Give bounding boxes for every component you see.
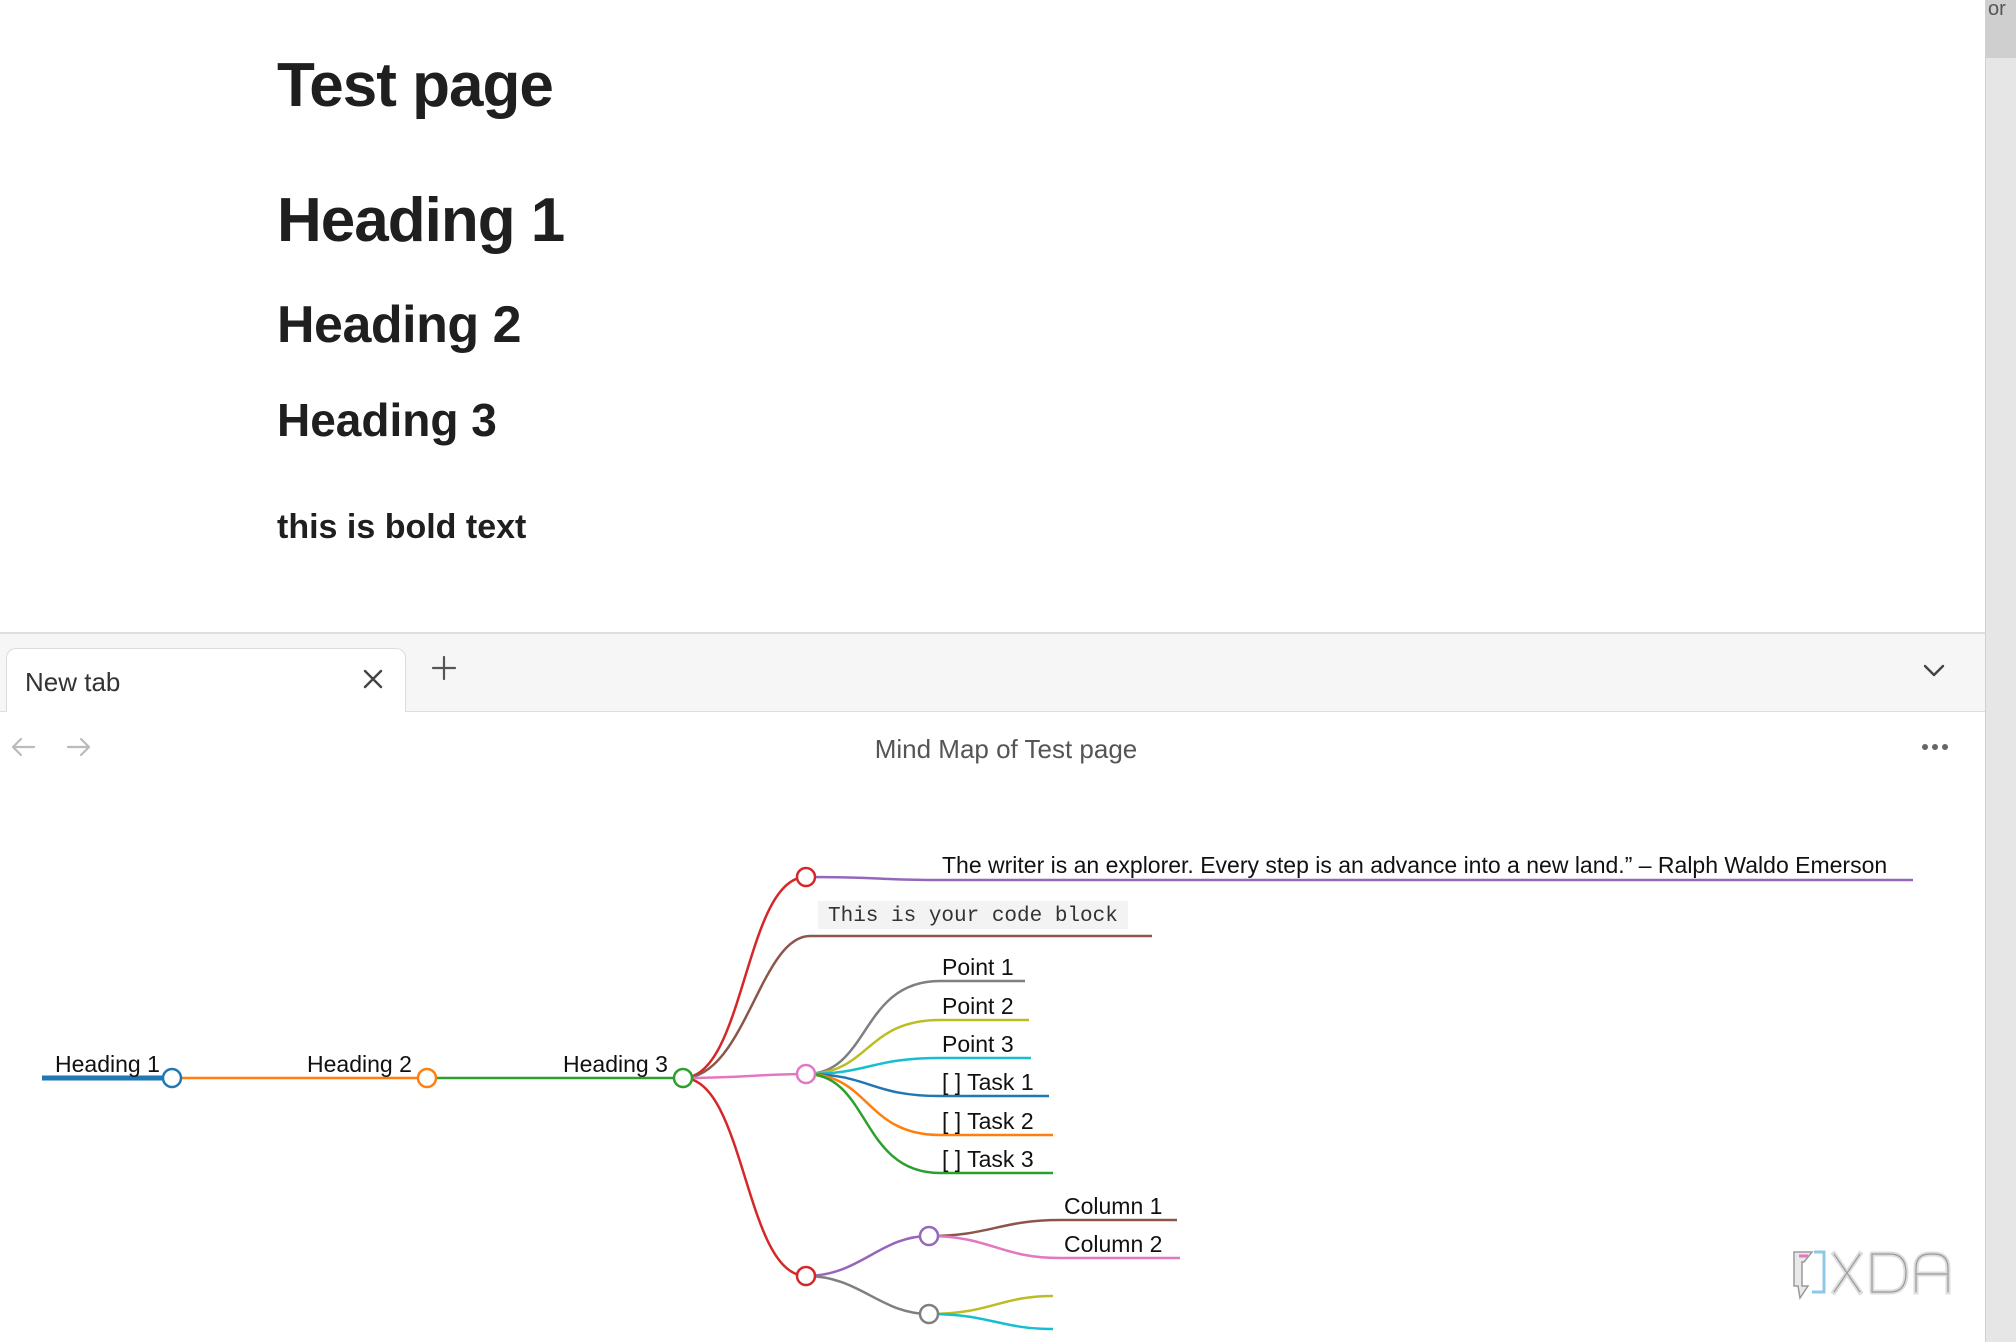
- view-title: Mind Map of Test page: [874, 734, 1138, 764]
- label-task-3[interactable]: [ ] Task 3: [942, 1146, 1034, 1172]
- close-icon[interactable]: [357, 663, 389, 695]
- label-heading-1[interactable]: Heading 1: [55, 1051, 160, 1077]
- tab-label: New tab: [25, 667, 121, 697]
- node-columns-group[interactable]: [795, 1265, 817, 1287]
- view-header: Mind Map of Test page: [0, 712, 1985, 788]
- page-title[interactable]: Test page: [277, 50, 554, 121]
- label-point-3[interactable]: Point 3: [942, 1031, 1014, 1057]
- node-list-group[interactable]: [795, 1063, 817, 1085]
- more-horizontal-icon[interactable]: [1918, 730, 1952, 764]
- editor-pane: Test page Heading 1 Heading 2 Heading 3 …: [0, 0, 1985, 632]
- branch-empty-2: [928, 1312, 1054, 1331]
- tab-bar: New tab: [0, 632, 1985, 714]
- label-point-2[interactable]: Point 2: [942, 993, 1014, 1019]
- xda-logo-icon: [1793, 1250, 1951, 1300]
- label-heading-2[interactable]: Heading 2: [307, 1051, 412, 1077]
- label-heading-3[interactable]: Heading 3: [563, 1051, 668, 1077]
- branch-code-block: [682, 934, 1152, 1080]
- node-columns[interactable]: [918, 1225, 940, 1247]
- label-column-2[interactable]: Column 2: [1064, 1231, 1162, 1257]
- heading-3[interactable]: Heading 3: [277, 393, 497, 447]
- branch-columns: [805, 1234, 930, 1278]
- label-point-1[interactable]: Point 1: [942, 954, 1014, 980]
- heading-1[interactable]: Heading 1: [277, 185, 565, 256]
- label-code-block[interactable]: This is your code block: [828, 905, 1118, 928]
- chevron-down-icon[interactable]: [1918, 656, 1950, 684]
- node-heading-3[interactable]: [672, 1067, 694, 1089]
- right-scrollbar[interactable]: or: [1985, 0, 2016, 1342]
- heading-2[interactable]: Heading 2: [277, 295, 522, 355]
- label-task-2[interactable]: [ ] Task 2: [942, 1108, 1034, 1134]
- node-quote-group[interactable]: [795, 866, 817, 888]
- bold-paragraph[interactable]: this is bold text: [277, 508, 526, 547]
- branch-quote-group: [682, 875, 807, 1080]
- plus-icon[interactable]: [428, 652, 460, 684]
- node-heading-2[interactable]: [416, 1067, 438, 1089]
- tab-new-tab[interactable]: New tab: [6, 648, 406, 714]
- label-column-1[interactable]: Column 1: [1064, 1193, 1162, 1219]
- mind-map[interactable]: Heading 1 Heading 2 Heading 3 The writer…: [0, 788, 1985, 1342]
- mind-map-canvas[interactable]: Heading 1 Heading 2 Heading 3 The writer…: [0, 788, 1985, 1342]
- clipped-text: or: [1988, 0, 2006, 20]
- label-quote[interactable]: The writer is an explorer. Every step is…: [942, 852, 1887, 878]
- branch-empty-1: [928, 1294, 1054, 1316]
- node-heading-1[interactable]: [161, 1067, 183, 1089]
- xda-watermark-logo: [1790, 1246, 1985, 1302]
- branch-columns-group: [682, 1076, 807, 1278]
- label-task-1[interactable]: [ ] Task 1: [942, 1069, 1034, 1095]
- branch-empty-group: [805, 1274, 930, 1316]
- node-empty-group[interactable]: [918, 1303, 940, 1325]
